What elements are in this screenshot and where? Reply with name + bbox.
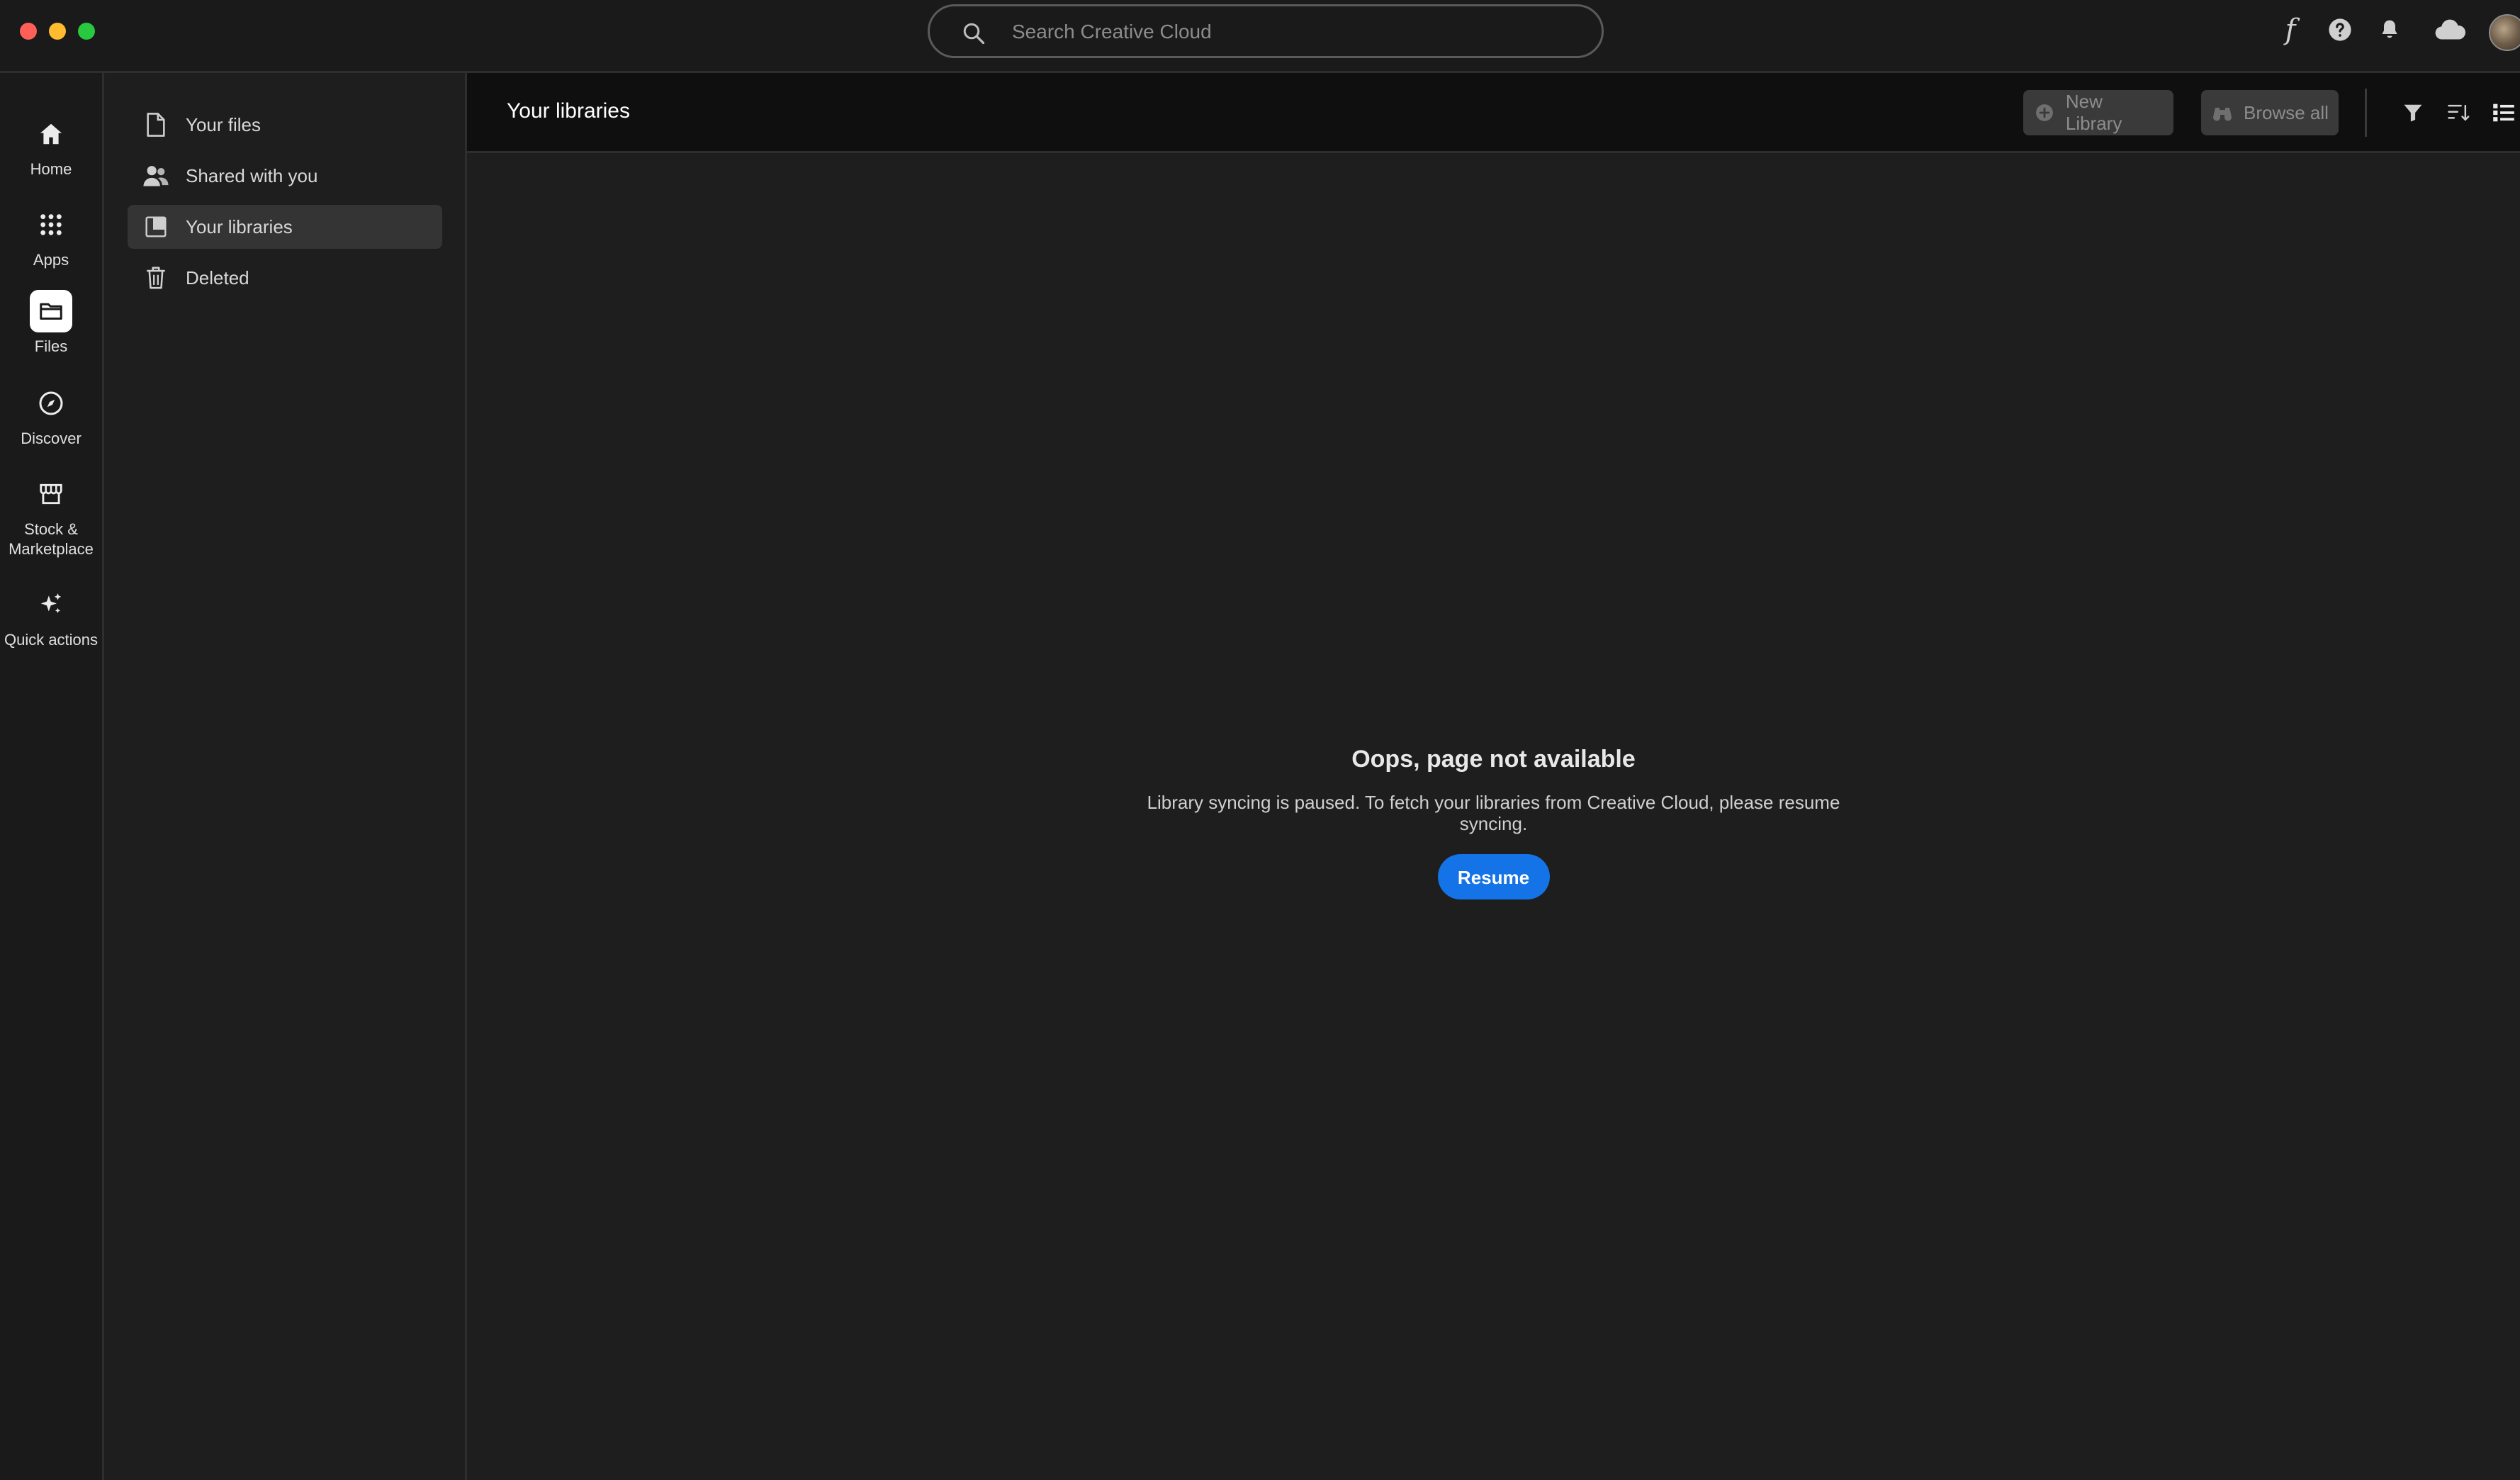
libraries-content: Oops, page not available Library syncing… xyxy=(467,153,2520,1480)
trash-icon xyxy=(142,264,170,292)
libraries-header: Your libraries New Library Browse all xyxy=(467,73,2520,153)
sidebar-item-label: Shared with you xyxy=(186,164,318,186)
bell-icon[interactable] xyxy=(2374,14,2405,45)
rail-item-label: Apps xyxy=(33,251,69,269)
home-icon xyxy=(30,113,72,155)
page-title: Your libraries xyxy=(507,99,630,123)
left-rail: Home Apps Files Discover Stock & Marketp… xyxy=(0,73,104,1480)
file-icon xyxy=(142,111,170,139)
sidebar-item-label: Your files xyxy=(186,113,261,135)
binoculars-icon xyxy=(2211,101,2234,124)
sidebar-item-your-files[interactable]: Your files xyxy=(128,103,442,147)
sidebar-item-your-libraries[interactable]: Your libraries xyxy=(128,205,442,249)
resume-button[interactable]: Resume xyxy=(1437,854,1550,899)
rail-item-home[interactable]: Home xyxy=(0,113,102,179)
apps-grid-icon xyxy=(30,203,72,246)
sidebar-item-deleted[interactable]: Deleted xyxy=(128,256,442,300)
browse-all-label: Browse all xyxy=(2244,101,2329,123)
empty-state: Oops, page not available Library syncing… xyxy=(467,746,2520,899)
compass-icon xyxy=(30,382,72,425)
sidebar-item-shared-with-you[interactable]: Shared with you xyxy=(128,154,442,198)
library-icon xyxy=(142,213,170,241)
add-circle-icon xyxy=(2033,101,2056,124)
browse-all-button[interactable]: Browse all xyxy=(2201,90,2339,135)
rail-item-label: Stock & Marketplace xyxy=(9,520,94,558)
search-icon xyxy=(963,23,985,45)
search-bar[interactable] xyxy=(928,4,1604,58)
fonts-icon[interactable]: f xyxy=(2275,13,2306,46)
rail-item-stock-marketplace[interactable]: Stock & Marketplace xyxy=(0,473,102,559)
folder-icon xyxy=(30,290,72,332)
files-sidebar: Your files Shared with you Your librarie… xyxy=(104,73,467,1480)
sidebar-item-label: Deleted xyxy=(186,267,249,288)
storefront-icon xyxy=(30,473,72,515)
cloud-icon[interactable] xyxy=(2429,14,2472,45)
avatar[interactable] xyxy=(2489,14,2520,51)
empty-state-title: Oops, page not available xyxy=(1351,746,1636,773)
list-view-icon[interactable] xyxy=(2488,97,2519,128)
sparkle-icon xyxy=(30,583,72,626)
sidebar-item-label: Your libraries xyxy=(186,215,293,237)
rail-item-label: Quick actions xyxy=(4,631,99,649)
header-divider xyxy=(2365,89,2367,137)
title-bar: f xyxy=(0,0,2520,73)
help-icon[interactable] xyxy=(2324,14,2356,45)
rail-item-discover[interactable]: Discover xyxy=(0,382,102,449)
empty-state-message: Library syncing is paused. To fetch your… xyxy=(1147,792,1840,834)
maximize-window-button[interactable] xyxy=(78,23,95,40)
rail-item-files[interactable]: Files xyxy=(0,290,102,357)
new-library-button[interactable]: New Library xyxy=(2023,90,2173,135)
close-window-button[interactable] xyxy=(20,23,37,40)
rail-item-apps[interactable]: Apps xyxy=(0,203,102,270)
rail-item-label: Files xyxy=(34,337,68,355)
rail-item-label: Discover xyxy=(21,430,81,447)
users-icon xyxy=(142,162,170,190)
search-input[interactable] xyxy=(1011,13,1580,50)
sort-icon[interactable] xyxy=(2443,97,2474,128)
minimize-window-button[interactable] xyxy=(49,23,66,40)
new-library-label: New Library xyxy=(2065,91,2122,134)
rail-item-quick-actions[interactable]: Quick actions xyxy=(0,583,102,650)
filter-icon[interactable] xyxy=(2397,97,2429,128)
rail-item-label: Home xyxy=(30,160,72,178)
